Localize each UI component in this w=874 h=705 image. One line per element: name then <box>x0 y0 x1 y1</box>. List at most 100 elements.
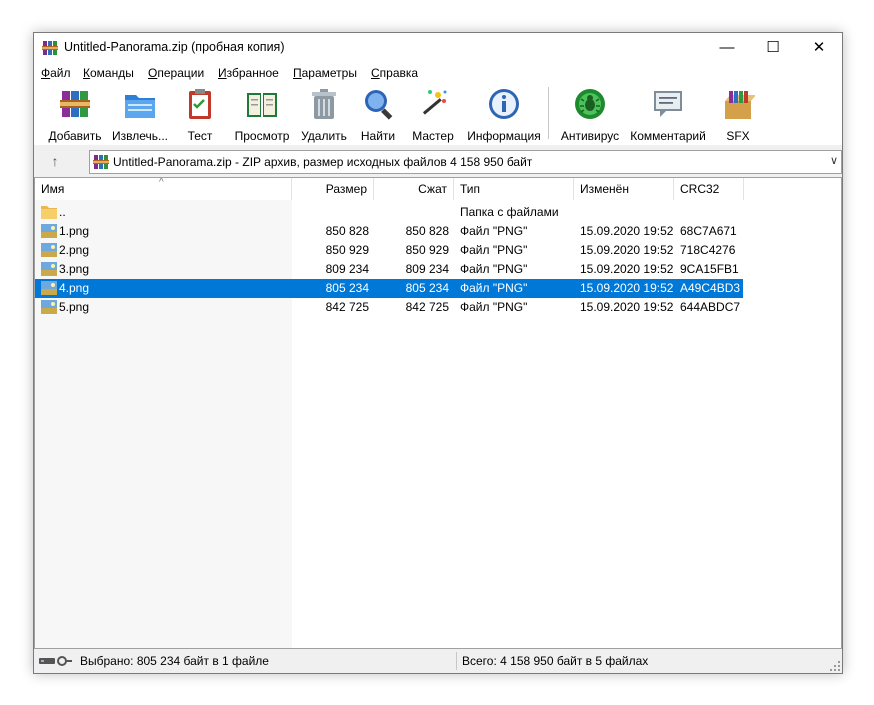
row-name: .. <box>59 205 66 219</box>
delete-button[interactable]: Удалить <box>301 87 347 143</box>
chevron-down-icon[interactable]: ∨ <box>830 154 838 167</box>
row-type: Файл "PNG" <box>460 243 528 257</box>
row-packed: 850 828 <box>405 224 449 238</box>
menu-options[interactable]: Параметры <box>293 66 357 80</box>
archive-icon <box>93 155 109 169</box>
png-file-icon <box>41 300 57 314</box>
minimize-button[interactable]: — <box>704 33 750 63</box>
row-packed: 805 234 <box>405 281 449 295</box>
book-icon <box>247 93 277 117</box>
extract-label: Извлечь... <box>111 129 168 143</box>
comment-bubble-icon <box>654 91 682 117</box>
list-item-parent[interactable]: .. Папка с файлами <box>35 203 743 222</box>
address-text: Untitled-Panorama.zip - ZIP архив, разме… <box>113 155 533 169</box>
find-button[interactable]: Найти <box>358 87 398 143</box>
menu-operations[interactable]: Операции <box>148 66 204 80</box>
comment-label: Комментарий <box>630 129 706 143</box>
winrar-window: Untitled-Panorama.zip (пробная копия) — … <box>33 32 843 674</box>
extract-button[interactable]: Извлечь... <box>112 87 168 143</box>
row-type: Файл "PNG" <box>460 224 528 238</box>
sfx-box-icon <box>725 91 755 119</box>
row-modified: 15.09.2020 19:52 <box>580 262 674 276</box>
drive-key-icon <box>39 656 72 666</box>
close-button[interactable]: ✕ <box>796 33 842 63</box>
row-size: 842 725 <box>325 300 369 314</box>
info-icon <box>489 89 519 119</box>
row-modified: 15.09.2020 19:52 <box>580 281 674 295</box>
row-crc: 9CA15FB1 <box>680 262 739 276</box>
row-packed: 842 725 <box>405 300 449 314</box>
title-bar[interactable]: Untitled-Panorama.zip (пробная копия) — … <box>34 33 842 63</box>
col-packed-header[interactable]: Сжат <box>374 178 454 200</box>
row-crc: 718C4276 <box>680 243 736 257</box>
table-row[interactable]: 2.png 850 929 850 929 Файл "PNG" 15.09.2… <box>35 241 743 260</box>
resize-grip-icon[interactable] <box>830 661 840 671</box>
test-button[interactable]: Тест <box>180 87 220 143</box>
sfx-label: SFX <box>726 129 750 143</box>
table-row[interactable]: 1.png 850 828 850 828 Файл "PNG" 15.09.2… <box>35 222 743 241</box>
row-size: 809 234 <box>325 262 369 276</box>
folder-extract-icon <box>125 95 155 118</box>
png-file-icon <box>41 281 57 295</box>
row-type: Папка с файлами <box>460 205 559 219</box>
col-type-header[interactable]: Тип <box>454 178 574 200</box>
test-label: Тест <box>187 129 213 143</box>
table-row[interactable]: 5.png 842 725 842 725 Файл "PNG" 15.09.2… <box>35 298 743 317</box>
col-name-label: Имя <box>41 182 65 196</box>
row-name: 5.png <box>59 300 90 314</box>
add-label: Добавить <box>48 129 102 143</box>
address-row: ↑ Untitled-Panorama.zip - ZIP архив, раз… <box>34 145 842 177</box>
col-size-header[interactable]: Размер <box>292 178 374 200</box>
folder-icon <box>41 206 57 219</box>
row-type: Файл "PNG" <box>460 300 528 314</box>
row-crc: A49C4BD3 <box>680 281 741 295</box>
clipboard-check-icon <box>189 89 211 119</box>
col-name-header[interactable]: Имя ^ <box>35 178 292 200</box>
menu-favorites[interactable]: Избранное <box>218 66 279 80</box>
find-label: Найти <box>360 129 396 143</box>
row-size: 805 234 <box>325 281 369 295</box>
status-total: Всего: 4 158 950 байт в 5 файлах <box>462 654 649 668</box>
status-bar: Выбрано: 805 234 байт в 1 файле Всего: 4… <box>34 649 842 673</box>
add-archive-icon <box>60 91 90 117</box>
table-row-selected[interactable]: 4.png 805 234 805 234 Файл "PNG" 15.09.2… <box>35 279 743 298</box>
antivirus-label: Антивирус <box>560 129 620 143</box>
row-crc: 644ABDC7 <box>680 300 741 314</box>
magic-wand-icon <box>422 90 447 115</box>
wizard-button[interactable]: Мастер <box>411 87 455 143</box>
row-name: 2.png <box>59 243 90 257</box>
png-file-icon <box>41 243 57 257</box>
status-separator <box>456 652 457 670</box>
row-packed: 809 234 <box>405 262 449 276</box>
row-modified: 15.09.2020 19:52 <box>580 300 674 314</box>
trash-can-icon <box>312 89 336 119</box>
antivirus-bug-icon <box>575 89 605 119</box>
col-crc-header[interactable]: CRC32 <box>674 178 744 200</box>
menu-help[interactable]: Справка <box>371 66 418 80</box>
maximize-button[interactable]: ☐ <box>750 33 796 63</box>
table-row[interactable]: 3.png 809 234 809 234 Файл "PNG" 15.09.2… <box>35 260 743 279</box>
view-label: Просмотр <box>234 129 290 143</box>
view-button[interactable]: Просмотр <box>234 87 290 143</box>
info-button[interactable]: Информация <box>467 87 541 143</box>
row-packed: 850 929 <box>405 243 449 257</box>
row-crc: 68C7A671 <box>680 224 737 238</box>
row-type: Файл "PNG" <box>460 262 528 276</box>
up-arrow-icon[interactable]: ↑ <box>44 151 66 171</box>
row-modified: 15.09.2020 19:52 <box>580 243 674 257</box>
toolbar-separator <box>548 87 549 139</box>
menu-commands[interactable]: Команды <box>83 66 134 80</box>
sfx-button[interactable]: SFX <box>720 87 756 143</box>
file-list[interactable]: Имя ^ Размер Сжат Тип Изменён CRC32 .. П… <box>34 177 842 649</box>
comment-button[interactable]: Комментарий <box>630 87 706 143</box>
wizard-label: Мастер <box>412 129 454 143</box>
antivirus-button[interactable]: Антивирус <box>561 87 619 143</box>
add-button[interactable]: Добавить <box>48 87 102 143</box>
row-size: 850 929 <box>325 243 369 257</box>
menu-file[interactable]: Файл <box>41 66 71 80</box>
toolbar: Добавить Извлечь... Тест Просмотр Удалит… <box>34 83 842 145</box>
col-modified-header[interactable]: Изменён <box>574 178 674 200</box>
status-selected: Выбрано: 805 234 байт в 1 файле <box>80 654 269 668</box>
address-bar[interactable]: Untitled-Panorama.zip - ZIP архив, разме… <box>89 150 842 174</box>
row-modified: 15.09.2020 19:52 <box>580 224 674 238</box>
